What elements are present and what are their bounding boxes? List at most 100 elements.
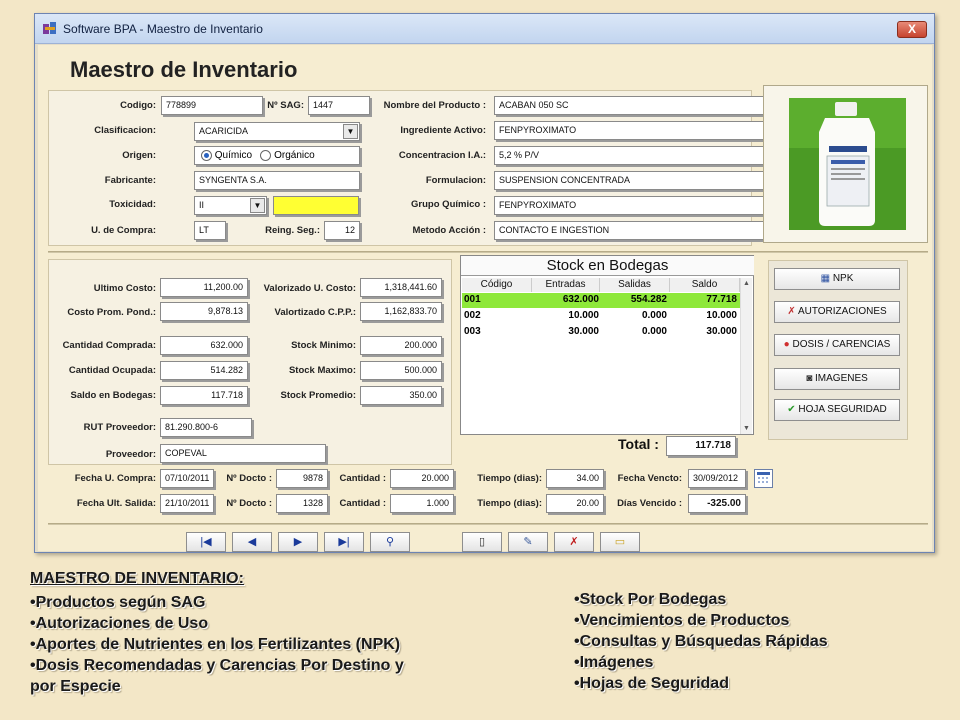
cantidad1-field[interactable]: 20.000 [390, 469, 454, 488]
tiempo2-label: Tiempo (dias): [477, 498, 542, 509]
list-item: •Productos según SAG [30, 594, 206, 611]
next-record-icon: ▶ [293, 536, 303, 548]
search-button[interactable]: ⚲ [370, 532, 410, 552]
table-row[interactable]: 001 632.000 554.282 77.718 [462, 293, 741, 308]
tiempo1-field[interactable]: 34.00 [546, 469, 604, 488]
ultimo-costo-label: Ultimo Costo: [93, 283, 156, 294]
val-u-field[interactable]: 1,318,441.60 [360, 278, 442, 297]
stock-header-salidas[interactable]: Salidas [600, 278, 670, 292]
row-entradas: 30.000 [568, 326, 599, 337]
nombre-label: Nombre del Producto : [383, 100, 486, 111]
cantidad2-field[interactable]: 1.000 [390, 494, 454, 513]
npk-button[interactable]: ▦ NPK [774, 268, 900, 290]
fecha-salida-label: Fecha Ult. Salida: [76, 498, 156, 509]
metodo-field[interactable]: CONTACTO E INGESTION [494, 221, 784, 240]
next-record-button[interactable]: ▶ [278, 532, 318, 552]
previous-record-button[interactable]: ◀ [232, 532, 272, 552]
clasificacion-label: Clasificacion: [94, 125, 156, 136]
chevron-down-icon[interactable]: ▼ [343, 124, 358, 139]
stock-header-saldo[interactable]: Saldo [670, 278, 740, 292]
autorizaciones-button[interactable]: ✗ AUTORIZACIONES [774, 301, 900, 323]
last-record-icon: ▶| [338, 536, 350, 548]
stock-max-field[interactable]: 500.000 [360, 361, 442, 380]
ultimo-costo-field[interactable]: 11,200.00 [160, 278, 248, 297]
table-row[interactable]: 003 30.000 0.000 30.000 [462, 325, 741, 340]
calendar-icon[interactable] [754, 469, 773, 488]
nsag-label: Nº SAG: [267, 100, 304, 111]
list-item-text: Vencimientos de Productos [579, 612, 790, 629]
concentracion-field[interactable]: 5,2 % P/V [494, 146, 784, 165]
list-item-text: Hojas de Seguridad [579, 675, 729, 692]
clasificacion-select[interactable]: ACARICIDA ▼ [194, 122, 360, 141]
stock-header-entradas[interactable]: Entradas [532, 278, 600, 292]
nsag-field[interactable]: 1447 [308, 96, 370, 115]
fecha-salida-field[interactable]: 21/10/2011 [160, 494, 214, 513]
cant-comprada-field[interactable]: 632.000 [160, 336, 248, 355]
nombre-field[interactable]: ACABAN 050 SC [494, 96, 784, 115]
cant-ocupada-field[interactable]: 514.282 [160, 361, 248, 380]
radio-quimico-label: Químico [214, 150, 253, 162]
slide-heading: MAESTRO DE INVENTARIO: [30, 570, 244, 587]
formulacion-field[interactable]: SUSPENSION CONCENTRADA [494, 171, 784, 190]
fabricante-field[interactable]: SYNGENTA S.A. [194, 171, 360, 190]
last-record-button[interactable]: ▶| [324, 532, 364, 552]
edit-button[interactable]: ✎ [508, 532, 548, 552]
dosis-button[interactable]: ● DOSIS / CARENCIAS [774, 334, 900, 356]
reing-field[interactable]: 12 [324, 221, 360, 240]
ndocto2-field[interactable]: 1328 [276, 494, 328, 513]
proveedor-field[interactable]: COPEVAL [160, 444, 326, 463]
delete-button[interactable]: ✗ [554, 532, 594, 552]
product-image[interactable] [789, 98, 906, 230]
list-item: •Consultas y Búsquedas Rápidas [574, 633, 828, 650]
fabricante-label: Fabricante: [104, 175, 156, 186]
list-item: •Aportes de Nutrientes en los Fertilizan… [30, 636, 401, 653]
app-icon [43, 22, 56, 34]
fecha-vencto-field[interactable]: 30/09/2012 [688, 469, 746, 488]
ucompra-field[interactable]: LT [194, 221, 226, 240]
tiempo2-field[interactable]: 20.00 [546, 494, 604, 513]
stock-header-codigo[interactable]: Código [462, 278, 532, 292]
radio-quimico[interactable] [201, 150, 212, 161]
stock-scrollbar[interactable]: ▲ ▼ [740, 278, 752, 434]
fecha-vencto-label: Fecha Vencto: [617, 473, 682, 484]
chevron-down-icon[interactable]: ▼ [250, 198, 265, 213]
ndocto1-field[interactable]: 9878 [276, 469, 328, 488]
radio-organico[interactable] [260, 150, 272, 161]
row-codigo: 002 [464, 310, 481, 321]
row-codigo: 001 [464, 294, 481, 305]
first-record-button[interactable]: |◀ [186, 532, 226, 552]
stock-prom-field[interactable]: 350.00 [360, 386, 442, 405]
origen-label: Origen: [122, 150, 156, 161]
scroll-up-icon[interactable]: ▲ [743, 280, 750, 287]
close-button[interactable]: X [897, 21, 927, 38]
new-button[interactable]: ▯ [462, 532, 502, 552]
search-icon: ⚲ [385, 536, 395, 548]
list-item-text: Consultas y Búsquedas Rápidas [579, 633, 828, 650]
clasificacion-value: ACARICIDA [199, 126, 249, 136]
folder-button[interactable]: ▭ [600, 532, 640, 552]
costo-prom-field[interactable]: 9,878.13 [160, 302, 248, 321]
cantidad1-label: Cantidad : [339, 473, 386, 484]
table-row[interactable]: 002 10.000 0.000 10.000 [462, 309, 741, 324]
stock-prom-label: Stock Promedio: [280, 390, 357, 401]
list-item-text: Imágenes [579, 654, 654, 671]
saldo-field[interactable]: 117.718 [160, 386, 248, 405]
toxicidad-select[interactable]: II ▼ [194, 196, 267, 215]
imagenes-button[interactable]: ◙ IMAGENES [774, 368, 900, 390]
app-window: Software BPA - Maestro de Inventario X M… [34, 13, 935, 553]
form-area: Maestro de Inventario Codigo: 778899 Nº … [38, 45, 932, 552]
ingrediente-field[interactable]: FENPYROXIMATO [494, 121, 784, 140]
costo-prom-label: Costo Prom. Pond.: [67, 307, 156, 318]
checkmark-icon: ✔ [787, 404, 796, 415]
hoja-seguridad-button[interactable]: ✔ HOJA SEGURIDAD [774, 399, 900, 421]
autorizaciones-button-label: AUTORIZACIONES [797, 306, 887, 317]
stock-max-label: Stock Maximo: [288, 365, 356, 376]
scroll-down-icon[interactable]: ▼ [743, 425, 750, 432]
stock-min-field[interactable]: 200.000 [360, 336, 442, 355]
fecha-compra-field[interactable]: 07/10/2011 [160, 469, 214, 488]
codigo-field[interactable]: 778899 [161, 96, 263, 115]
val-cpp-field[interactable]: 1,162,833.70 [360, 302, 442, 321]
grupo-field[interactable]: FENPYROXIMATO [494, 196, 784, 215]
rut-field[interactable]: 81.290.800-6 [160, 418, 252, 437]
title-bar: Software BPA - Maestro de Inventario X [35, 14, 934, 44]
